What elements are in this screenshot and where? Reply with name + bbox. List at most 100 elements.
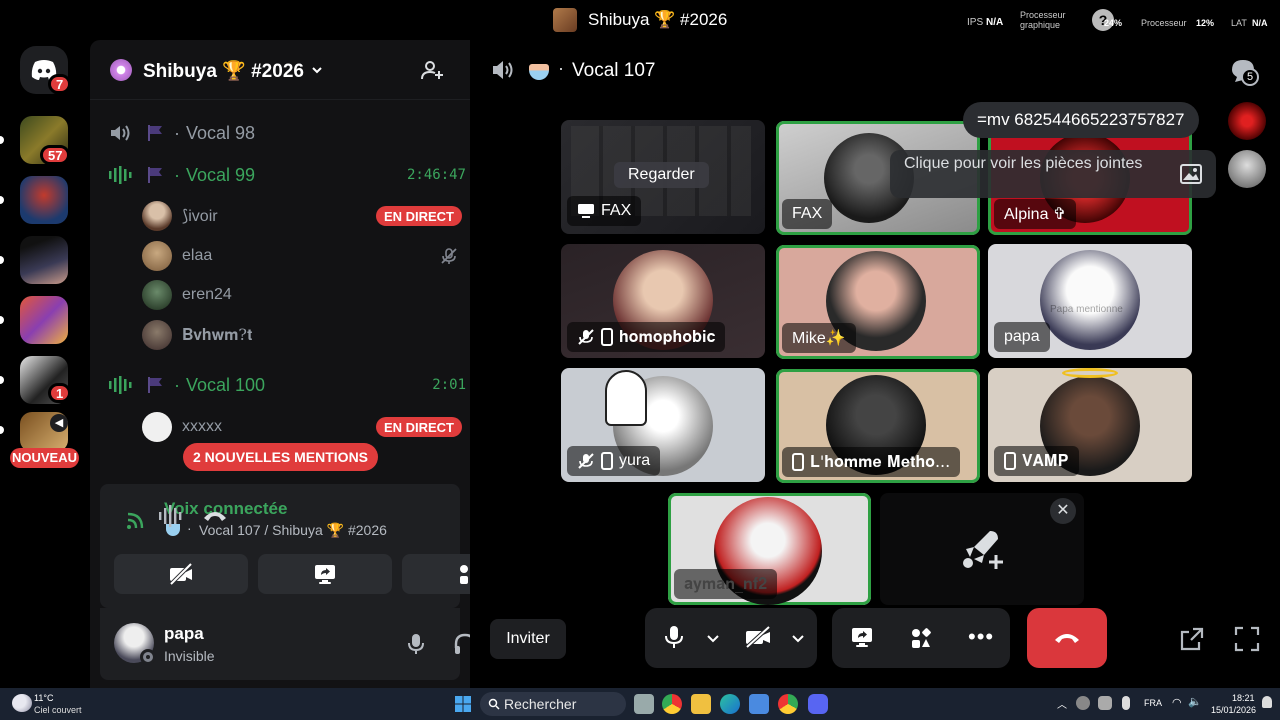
- noise-suppression-icon[interactable]: [158, 504, 184, 528]
- participant-avatar[interactable]: [1228, 102, 1266, 140]
- microphone-icon[interactable]: [663, 624, 685, 650]
- voice-member[interactable]: 𝐁𝐯𝐡𝐰𝐦?𝐭: [142, 319, 462, 351]
- notification-bell-icon[interactable]: [1262, 696, 1272, 708]
- chevron-down-icon[interactable]: [311, 64, 323, 76]
- camera-off-button[interactable]: [114, 554, 248, 594]
- more-options-icon[interactable]: •••: [968, 624, 994, 650]
- user-status: Invisible: [164, 648, 215, 664]
- search-box[interactable]: Rechercher: [480, 692, 626, 716]
- participant-tile[interactable]: yura: [561, 368, 765, 482]
- clock-time[interactable]: 18:21: [1232, 693, 1255, 703]
- mic-controls: [645, 608, 817, 668]
- voice-member[interactable]: eren24: [142, 279, 462, 311]
- camera-off-icon[interactable]: [744, 625, 772, 649]
- edge-icon[interactable]: [720, 694, 740, 714]
- voice-member[interactable]: elaa: [142, 240, 462, 272]
- screen-share-button[interactable]: [258, 554, 392, 594]
- screen-share-icon[interactable]: [850, 626, 874, 650]
- volume-icon[interactable]: 🔈: [1188, 695, 1202, 708]
- store-icon[interactable]: [749, 694, 769, 714]
- ips-label: IPS: [967, 17, 984, 28]
- unread-pill: [0, 196, 4, 204]
- server-mention-badge: 1: [48, 383, 72, 403]
- rocket-add-icon: [963, 531, 1003, 569]
- gpu-label: Processeur graphique: [1020, 10, 1066, 30]
- watch-stream-button[interactable]: Regarder: [614, 162, 709, 188]
- task-view-icon[interactable]: [634, 694, 654, 714]
- participant-tag: 𝐡𝐨𝐦𝐨𝐩𝐡𝐨𝐛𝐢𝐜: [567, 322, 726, 352]
- participant-tag: Alpina ✞: [994, 199, 1077, 229]
- new-servers-label[interactable]: NOUVEAU: [10, 448, 80, 468]
- chat-message[interactable]: =mv 682544665223757827: [963, 102, 1199, 138]
- username[interactable]: papa: [164, 624, 204, 644]
- invite-button[interactable]: Inviter: [490, 619, 566, 659]
- unread-pill: [0, 376, 4, 384]
- voice-channel[interactable]: · Vocal 98: [108, 117, 448, 149]
- screen-share-icon: [578, 204, 594, 218]
- discord-taskbar-icon[interactable]: [808, 694, 828, 714]
- avatar: [142, 412, 172, 442]
- clock-date[interactable]: 15/01/2026: [1211, 705, 1256, 715]
- microphone-tray-icon[interactable]: [1122, 696, 1130, 710]
- voice-channel[interactable]: · Vocal 100 2:01: [108, 369, 466, 401]
- add-member-icon[interactable]: [420, 58, 444, 82]
- activities-icon[interactable]: [909, 626, 933, 650]
- attachment-hint: Clique pour voir les pièces jointes: [904, 155, 1143, 172]
- participant-tile[interactable]: Papa mentionne papa: [988, 244, 1192, 358]
- chrome-icon[interactable]: [662, 694, 682, 714]
- chevron-down-icon[interactable]: [791, 631, 805, 645]
- language-indicator[interactable]: FRA: [1144, 698, 1162, 708]
- unread-pill: [0, 136, 4, 144]
- voice-member[interactable]: xxxxx EN DIRECT: [142, 411, 462, 443]
- tray-icon[interactable]: [1076, 696, 1090, 710]
- start-icon[interactable]: [455, 696, 471, 712]
- speaker-icon: [493, 61, 513, 79]
- signal-icon[interactable]: [124, 508, 148, 532]
- screen-share-icon: [315, 565, 335, 584]
- live-badge: EN DIRECT: [375, 206, 462, 226]
- hang-up-icon: [1055, 634, 1079, 643]
- tray-icon[interactable]: [1098, 696, 1112, 710]
- new-mentions-button[interactable]: 2 NOUVELLES MENTIONS: [183, 443, 379, 471]
- wifi-icon[interactable]: ◠: [1172, 696, 1182, 709]
- disconnect-icon[interactable]: [202, 508, 228, 524]
- server-list: 7 57 1 ◀ NOUVEAU: [0, 40, 90, 688]
- participant-tag: Mike✨: [782, 323, 856, 353]
- voice-location[interactable]: Vocal 107 / Shibuya 🏆 #2026: [199, 522, 387, 539]
- channel-timer: 2:46:47: [406, 167, 466, 183]
- weather-temp[interactable]: 11°C: [34, 693, 53, 703]
- participant-tile[interactable]: 𝐡𝐨𝐦𝐨𝐩𝐡𝐨𝐛𝐢𝐜: [561, 244, 765, 358]
- participant-tag: yura: [567, 446, 661, 476]
- leave-call-button[interactable]: [1027, 608, 1107, 668]
- chevron-down-icon[interactable]: [706, 631, 720, 645]
- participant-tile[interactable]: 𝐋'𝐡𝐨𝐦𝐦𝐞 𝐌𝐞𝐭𝐡𝐨...: [776, 369, 980, 483]
- participant-tile[interactable]: 𝐕𝐀𝐌𝐏: [988, 368, 1192, 482]
- fullscreen-icon[interactable]: [1234, 626, 1260, 652]
- participant-tile[interactable]: 𝐚𝐲𝐦𝐚𝐧_𝐧𝐟𝟐: [668, 493, 871, 605]
- server-icon[interactable]: [20, 236, 68, 284]
- stage-channel-name: Vocal 107: [572, 60, 656, 81]
- server-header[interactable]: Shibuya 🏆 #2026: [90, 40, 470, 100]
- pop-out-icon[interactable]: [1179, 626, 1205, 652]
- file-explorer-icon[interactable]: [691, 694, 711, 714]
- weather-icon[interactable]: [12, 694, 32, 712]
- participant-name: FAX: [601, 202, 632, 219]
- participants-button[interactable]: 5: [1230, 58, 1260, 88]
- microphone-icon[interactable]: [406, 632, 426, 656]
- muted-mic-icon: [441, 248, 457, 264]
- participant-name: papa: [1004, 328, 1040, 345]
- tray-chevron-icon[interactable]: ︿: [1057, 696, 1067, 711]
- voice-member[interactable]: ⟆ivoir EN DIRECT: [142, 200, 462, 232]
- server-icon[interactable]: [20, 176, 68, 224]
- attachment-preview[interactable]: Clique pour voir les pièces jointes: [890, 150, 1216, 198]
- chrome-icon[interactable]: [778, 694, 798, 714]
- voice-channel[interactable]: · Vocal 99 2:46:47: [108, 159, 466, 191]
- close-icon[interactable]: ✕: [1050, 498, 1076, 524]
- participant-avatar[interactable]: [1228, 150, 1266, 188]
- participant-name: 𝐕𝐀𝐌𝐏: [1022, 451, 1069, 470]
- participant-tag: 𝐋'𝐡𝐨𝐦𝐦𝐞 𝐌𝐞𝐭𝐡𝐨...: [782, 447, 961, 477]
- server-icon[interactable]: [20, 296, 68, 344]
- stream-tile[interactable]: Regarder FAX: [561, 120, 765, 234]
- server-mention-badge: 57: [40, 145, 71, 165]
- participant-tile[interactable]: Mike✨: [776, 245, 980, 359]
